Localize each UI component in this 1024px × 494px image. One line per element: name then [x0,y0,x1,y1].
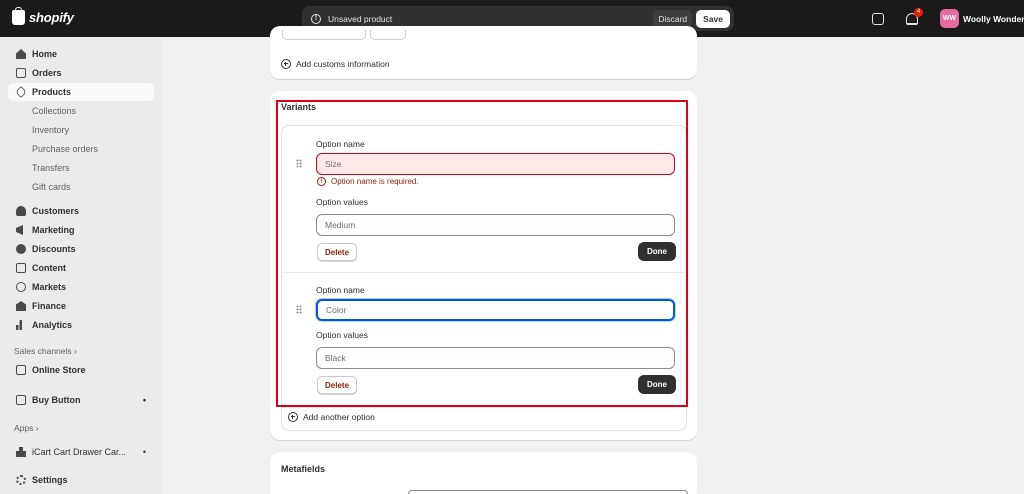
clipped-field [370,30,406,40]
sidebar-item-online-store[interactable]: Online Store [8,361,154,379]
alert-circle-icon: ! [311,13,321,24]
app-icon [16,447,26,457]
add-customs-info-link[interactable]: Add customs information [281,59,390,69]
sidebar-item-label: iCart Cart Drawer Car... [32,447,127,457]
sidebar-item-home[interactable]: Home [8,45,154,63]
sidebar-item-icart[interactable]: iCart Cart Drawer Car... • [8,443,154,461]
person-icon [16,206,26,216]
notification-badge: 4 [914,7,923,17]
sidebar-subitem-inventory[interactable]: Inventory [32,125,69,135]
sidebar-item-label: Products [32,87,72,97]
pin-dot-icon: • [142,395,146,405]
sidebar-item-analytics[interactable]: Analytics [8,316,154,334]
logo-text: shopify [29,10,74,25]
sidebar-item-label: Home [32,49,58,59]
bank-icon [16,301,26,311]
add-option-label: Add another option [303,412,375,422]
sidebar-item-label: Marketing [32,225,75,235]
chevron-right-icon: › [74,346,77,356]
discount-icon [16,244,26,254]
sidebar-subitem-gift-cards[interactable]: Gift cards [32,182,71,192]
globe-icon [16,282,26,292]
top-right-controls: 4 WW Woolly Wonders [872,0,1024,37]
bar-chart-icon [16,320,23,330]
apps-heading[interactable]: Apps › [14,423,39,433]
metafield-input[interactable] [408,490,688,494]
sidebar-item-label: Buy Button [32,395,81,405]
divider [282,407,685,408]
unsaved-text: Unsaved product [328,13,393,24]
sidebar-item-label: Online Store [32,365,86,375]
sidebar-item-marketing[interactable]: Marketing [8,221,154,239]
add-customs-label: Add customs information [296,59,390,69]
save-button[interactable]: Save [696,9,730,28]
sidebar-subitem-transfers[interactable]: Transfers [32,163,70,173]
shipping-card [270,26,697,79]
sidebar-item-customers[interactable]: Customers [8,202,154,220]
sidebar-item-label: Discounts [32,244,76,254]
plus-circle-icon [281,59,291,69]
sales-channels-heading[interactable]: Sales channels › [14,346,77,356]
gear-icon [16,475,26,485]
sidebar-item-label: Content [32,263,66,273]
sidebar-item-label: Finance [32,301,67,311]
orders-icon [16,68,26,78]
plus-circle-icon [288,412,298,422]
sales-channels-label: Sales channels [14,346,72,356]
discard-button[interactable]: Discard [653,10,693,27]
sidebar-item-discounts[interactable]: Discounts [8,240,154,258]
add-another-option-link[interactable]: Add another option [288,412,375,422]
sidebar-item-label: Customers [32,206,80,216]
shopify-logo[interactable]: shopify [12,7,74,25]
sidebar-subitem-purchase-orders[interactable]: Purchase orders [32,144,98,154]
pin-dot-icon: • [142,447,146,457]
database-icon[interactable] [872,12,884,25]
sidebar-item-settings[interactable]: Settings [8,471,154,489]
metafields-title: Metafields [281,464,326,474]
store-icon [16,365,26,375]
tag-icon [14,85,28,99]
metafields-card [270,452,697,494]
sidebar-item-label: Settings [32,475,68,485]
clipped-field [282,30,366,40]
apps-label: Apps [14,423,34,433]
sidebar-item-label: Analytics [32,320,73,330]
sidebar-item-finance[interactable]: Finance [8,297,154,315]
content-icon [16,263,26,273]
sidebar-item-orders[interactable]: Orders [8,64,154,82]
sidebar-item-markets[interactable]: Markets [8,278,154,296]
sidebar-item-buy-button[interactable]: Buy Button • [8,391,154,409]
sidebar-item-label: Orders [32,68,62,78]
bell-icon[interactable]: 4 [906,7,923,25]
shopify-bag-icon [12,7,25,25]
megaphone-icon [16,225,23,235]
annotation-highlight [276,100,688,407]
sidebar-item-content[interactable]: Content [8,259,154,277]
home-icon [16,49,26,59]
buy-button-icon [16,395,26,405]
avatar[interactable]: WW [940,9,959,28]
sidebar-subitem-collections[interactable]: Collections [32,106,76,116]
sidebar-item-label: Markets [32,282,67,292]
store-name[interactable]: Woolly Wonders [963,14,1024,24]
chevron-right-icon: › [35,423,39,433]
sidebar-item-products[interactable]: Products [8,83,154,101]
